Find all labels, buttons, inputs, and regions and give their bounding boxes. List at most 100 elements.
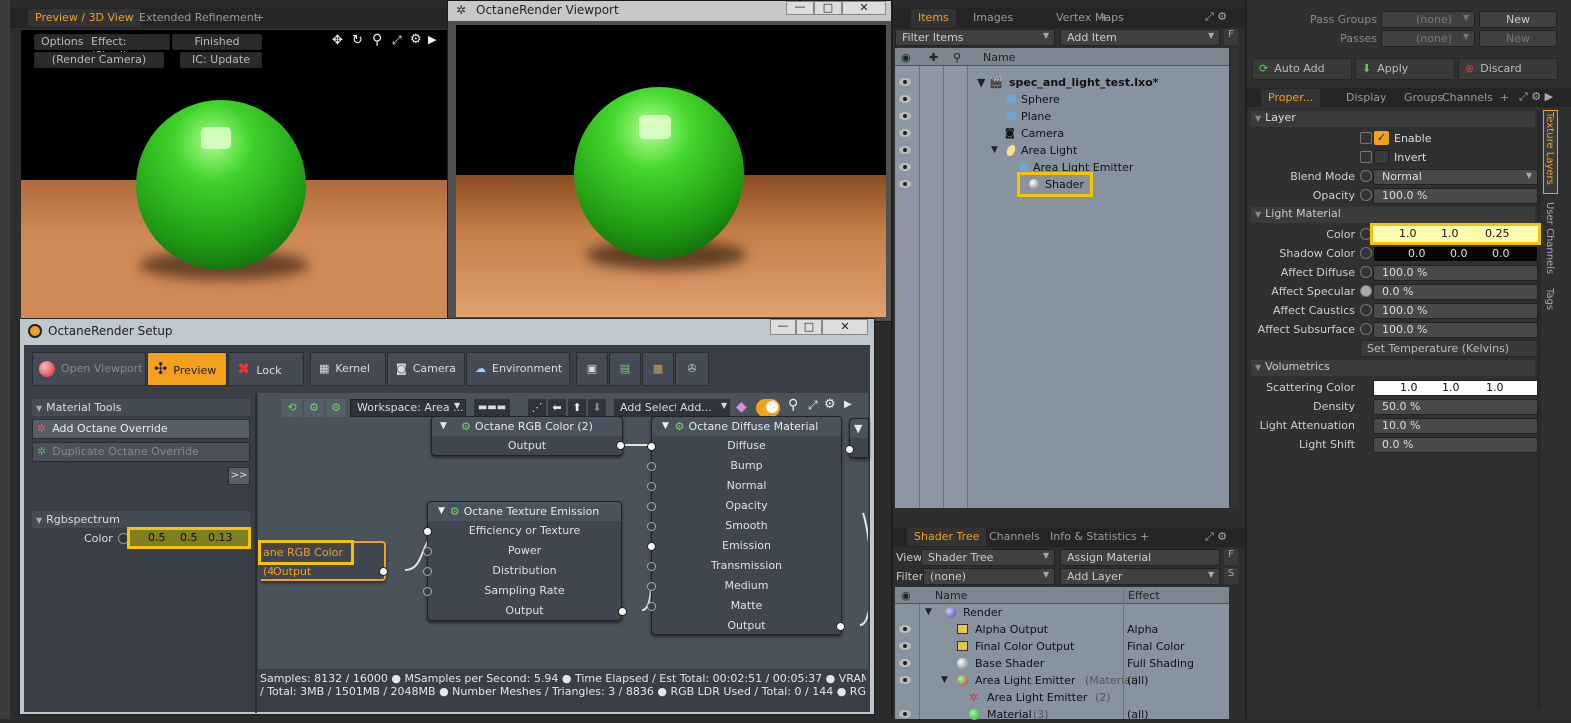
scattering-color-field[interactable]: 1.0 1.0 1.0 [1373, 380, 1538, 396]
shader-row-final-color[interactable]: Final Color Output Final Color [895, 638, 1231, 655]
visibility-eye-icon[interactable] [899, 129, 911, 137]
visibility-eye-icon[interactable] [899, 710, 911, 718]
shadow-color-radio[interactable] [1360, 247, 1372, 259]
add-tab-button[interactable]: + [1493, 89, 1516, 107]
kernel-button[interactable]: ▦ Kernel [310, 352, 386, 386]
panel-menu-icon[interactable]: ⤢ ⚙ ▶ [1519, 90, 1553, 104]
port-normal[interactable]: Normal [652, 476, 841, 496]
port-emission[interactable]: Emission [652, 536, 841, 556]
enable-checkbox[interactable]: ✓ [1374, 131, 1389, 145]
node-output-port[interactable]: Output [261, 562, 384, 582]
scatter-r-value[interactable]: 1.0 [1400, 381, 1418, 395]
port-medium[interactable]: Medium [652, 576, 841, 596]
tab-images[interactable]: Images [966, 9, 1020, 27]
volumetrics-section-header[interactable]: ▼ Volumetrics [1251, 360, 1535, 376]
expand-triangle-icon[interactable]: ▼ [977, 74, 985, 91]
side-tab-label[interactable]: Tags [1544, 288, 1555, 310]
preview-button[interactable]: ✣ Preview [147, 352, 227, 386]
shader-row-area-light-emitter[interactable]: ▼ Area Light Emitter (Material) (all) [895, 672, 1231, 689]
affect-diffuse-field[interactable]: 100.0 % [1373, 265, 1538, 281]
layer-section-header[interactable]: ▼ Layer [1251, 111, 1535, 127]
tree-item-area-light-emitter[interactable]: Area Light Emitter [895, 159, 1231, 176]
duplicate-octane-override-button[interactable]: ✲ Duplicate Octane Override [32, 442, 250, 462]
light-shift-field[interactable]: 0.0 % [1373, 437, 1538, 453]
input-pin[interactable] [647, 522, 656, 531]
visibility-eye-icon[interactable] [899, 78, 911, 86]
visibility-eye-icon[interactable] [899, 642, 911, 650]
shader-row-material[interactable]: Material (3) (all) [895, 706, 1231, 723]
visibility-eye-icon[interactable] [899, 112, 911, 120]
zoom-icon[interactable]: ⚲ [372, 32, 382, 48]
shader-row-render[interactable]: ▼ Render [895, 604, 1231, 621]
port-opacity[interactable]: Opacity [652, 496, 841, 516]
tree-item-shader[interactable]: Shader [895, 172, 1231, 197]
items-scrollbar[interactable] [1231, 48, 1239, 508]
visibility-eye-icon[interactable] [899, 95, 911, 103]
blend-mode-dropdown[interactable]: Normal [1373, 169, 1538, 185]
output-pin[interactable] [618, 607, 627, 616]
view-dropdown[interactable]: Shader Tree [921, 549, 1055, 566]
affect-specular-field[interactable]: 0.0 % [1373, 284, 1538, 300]
tab-properties[interactable]: Proper... [1261, 89, 1321, 107]
shadow-g-value[interactable]: 0.0 [1450, 247, 1468, 261]
visibility-eye-icon[interactable] [899, 625, 911, 633]
light-color-field[interactable]: 1.0 1.0 0.25 [1370, 223, 1541, 245]
port-efficiency[interactable]: Efficiency or Texture [428, 521, 621, 541]
expand-triangle-icon[interactable]: ▼ [941, 672, 948, 689]
image-button[interactable]: ▩ [642, 352, 674, 386]
visibility-eye-icon[interactable] [899, 659, 911, 667]
material-tools-header[interactable]: ▼ Material Tools [32, 399, 250, 416]
port-sampling-rate[interactable]: Sampling Rate [428, 581, 621, 601]
tab-items[interactable]: Items [911, 9, 956, 27]
render-film-button[interactable]: ✇ [675, 352, 709, 386]
shader-row-area-light-emitter-2[interactable]: ✲ Area Light Emitter (2) [895, 689, 1231, 706]
tab-channels[interactable]: Channels [982, 528, 1047, 546]
side-tab-label[interactable]: User Channels [1544, 202, 1555, 274]
density-field[interactable]: 50.0 % [1373, 399, 1538, 415]
tab-shader-tree[interactable]: Shader Tree [907, 528, 987, 546]
filter-dropdown[interactable]: (none) [923, 568, 1055, 585]
color-g-value[interactable]: 1.0 [1441, 226, 1459, 242]
port-distribution[interactable]: Distribution [428, 561, 621, 581]
port-output[interactable]: Output [428, 601, 621, 621]
node-header[interactable]: ▼ [850, 419, 868, 438]
output-pin[interactable] [616, 441, 625, 450]
shadow-r-value[interactable]: 0.0 [1408, 247, 1426, 261]
input-pin[interactable] [647, 582, 656, 591]
input-pin[interactable] [647, 562, 656, 571]
opacity-field[interactable]: 100.0 % [1373, 188, 1538, 204]
add-layer-button[interactable]: Add Layer [1060, 568, 1220, 585]
shadow-color-field[interactable]: 0.0 0.0 0.0 [1373, 246, 1538, 262]
port-smooth[interactable]: Smooth [652, 516, 841, 536]
rotate-icon[interactable]: ↻ [352, 33, 363, 48]
port-output[interactable]: Output [652, 616, 841, 636]
input-pin[interactable] [423, 587, 432, 596]
tree-item-area-light[interactable]: ▼ Area Light [895, 142, 1231, 159]
more-tools-button[interactable]: >> [228, 467, 250, 485]
affect-subsurface-field[interactable]: 100.0 % [1373, 322, 1538, 338]
visibility-eye-icon[interactable] [899, 180, 911, 188]
minimize-button[interactable]: — [770, 319, 796, 335]
invert-toggle[interactable] [1360, 151, 1372, 163]
apply-button[interactable]: ⬇ Apply [1355, 58, 1455, 80]
blend-mode-radio[interactable] [1360, 170, 1372, 182]
light-material-section-header[interactable]: ▼ Light Material [1251, 207, 1535, 223]
add-tab-button[interactable]: + [248, 9, 271, 27]
cuda-button[interactable]: ▤ [609, 352, 641, 386]
add-octane-override-button[interactable]: ✲ Add Octane Override [32, 419, 250, 439]
node-header[interactable]: ane RGB Color (4 [258, 540, 354, 578]
port-power[interactable]: Power [428, 541, 621, 561]
node-rgb-color-4[interactable]: ane RGB Color (4 Output [258, 540, 388, 582]
shader-row-alpha-output[interactable]: Alpha Output Alpha [895, 621, 1231, 638]
add-tab-button[interactable]: + [1133, 528, 1156, 546]
scatter-g-value[interactable]: 1.0 [1442, 381, 1460, 395]
maximize-button[interactable]: □ [796, 319, 822, 335]
affect-caustics-field[interactable]: 100.0 % [1373, 303, 1538, 319]
output-pin[interactable] [836, 622, 845, 631]
node-partial-right[interactable]: ▼ [845, 418, 869, 458]
input-pin[interactable] [647, 482, 656, 491]
output-pin[interactable] [379, 567, 388, 576]
panel-menu-icon[interactable]: ⤢ ⚙ [1205, 530, 1227, 544]
new-pass-group-button[interactable]: New [1479, 11, 1557, 28]
tree-item-sphere[interactable]: Sphere [895, 91, 1231, 108]
